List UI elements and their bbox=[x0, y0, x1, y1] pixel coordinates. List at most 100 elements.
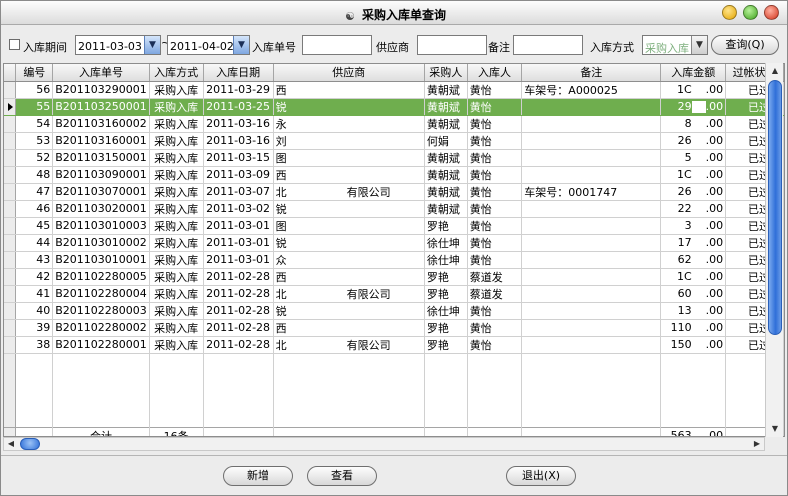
table-row[interactable]: 48 B201103090001 采购入库 2011-03-09 西 黄朝斌 黄怡 1C .00… bbox=[4, 166, 784, 184]
minimize-button[interactable] bbox=[722, 5, 737, 20]
cell-date[interactable]: 2011-03-02 bbox=[203, 200, 274, 218]
cell-order-no[interactable]: B201102280003 bbox=[52, 302, 150, 320]
cell-amount[interactable]: 22.00 bbox=[660, 200, 727, 218]
cell-method[interactable]: 采购入库 bbox=[149, 251, 204, 269]
cell-amount[interactable]: 13.00 bbox=[660, 302, 727, 320]
row-indicator[interactable] bbox=[4, 302, 17, 320]
cell-order-no[interactable]: B201103160002 bbox=[52, 115, 150, 133]
cell-amount[interactable]: 3.00 bbox=[660, 217, 727, 235]
cell-amount[interactable]: 1C .00 bbox=[660, 81, 727, 99]
cell-remark[interactable] bbox=[521, 166, 662, 184]
cell-order-no[interactable]: B201103290001 bbox=[52, 81, 150, 99]
column-header[interactable]: 备注 bbox=[521, 64, 662, 82]
cell-buyer[interactable]: 黄朝斌 bbox=[424, 98, 468, 116]
scroll-down-icon[interactable]: ▼ bbox=[768, 422, 782, 436]
cell-receiver[interactable]: 黄怡 bbox=[467, 302, 523, 320]
row-indicator[interactable] bbox=[4, 132, 17, 150]
cell-amount[interactable]: 110.00 bbox=[660, 319, 727, 337]
date-from-picker[interactable]: 2011-03-03 ▼ bbox=[75, 35, 161, 55]
cell-remark[interactable] bbox=[521, 132, 662, 150]
cell-amount[interactable]: 17.00 bbox=[660, 234, 727, 252]
cell-receiver[interactable]: 黄怡 bbox=[467, 149, 523, 167]
cell-buyer[interactable]: 徐仕坤 bbox=[424, 251, 468, 269]
row-indicator[interactable] bbox=[4, 166, 17, 184]
cell-date[interactable]: 2011-03-29 bbox=[203, 81, 274, 99]
cell-receiver[interactable]: 黄怡 bbox=[467, 183, 523, 201]
cell-receiver[interactable]: 蔡道发 bbox=[467, 268, 523, 286]
cell-method[interactable]: 采购入库 bbox=[149, 166, 204, 184]
triangle-down-icon[interactable]: ▼ bbox=[144, 36, 160, 54]
row-indicator[interactable] bbox=[4, 285, 17, 303]
cell-buyer[interactable]: 徐仕坤 bbox=[424, 302, 468, 320]
cell-remark[interactable] bbox=[521, 302, 662, 320]
row-indicator[interactable] bbox=[4, 234, 17, 252]
cell-order-no[interactable]: B201103090001 bbox=[52, 166, 150, 184]
cell-id[interactable]: 55 bbox=[15, 98, 54, 116]
cell-supplier[interactable]: 北 有限公司 bbox=[273, 183, 425, 201]
cell-supplier[interactable]: 锐 bbox=[273, 234, 425, 252]
cell-remark[interactable]: 车架号：0001747 bbox=[521, 183, 662, 201]
cell-date[interactable]: 2011-02-28 bbox=[203, 319, 274, 337]
cell-buyer[interactable]: 罗艳 bbox=[424, 336, 468, 354]
cell-buyer[interactable]: 黄朝斌 bbox=[424, 183, 468, 201]
scroll-left-icon[interactable]: ◀ bbox=[5, 438, 17, 450]
cell-id[interactable]: 52 bbox=[15, 149, 54, 167]
triangle-down-icon[interactable]: ▼ bbox=[233, 36, 249, 54]
table-row[interactable]: 44 B201103010002 采购入库 2011-03-01 锐徐仕坤 黄怡 17.00… bbox=[4, 234, 784, 252]
cell-supplier[interactable]: 北 有限公司 bbox=[273, 285, 425, 303]
cell-order-no[interactable]: B201103150001 bbox=[52, 149, 150, 167]
cell-receiver[interactable]: 黄怡 bbox=[467, 98, 523, 116]
cell-remark[interactable] bbox=[521, 285, 662, 303]
cell-receiver[interactable]: 黄怡 bbox=[467, 200, 523, 218]
cell-order-no[interactable]: B201103020001 bbox=[52, 200, 150, 218]
table-row[interactable]: 42 B201102280005 采购入库 2011-02-28 西 罗艳 蔡道发 1C .00… bbox=[4, 268, 784, 286]
cell-id[interactable]: 44 bbox=[15, 234, 54, 252]
table-row[interactable]: 46 B201103020001 采购入库 2011-03-02 锐黄朝斌 黄怡 22.00… bbox=[4, 200, 784, 218]
cell-order-no[interactable]: B201103250001 bbox=[52, 98, 150, 116]
column-header[interactable]: 入库方式 bbox=[149, 64, 204, 82]
cell-method[interactable]: 采购入库 bbox=[149, 268, 204, 286]
cell-amount[interactable]: 60.00 bbox=[660, 285, 727, 303]
cell-remark[interactable] bbox=[521, 98, 662, 116]
cell-amount[interactable]: 5.00 bbox=[660, 149, 727, 167]
cell-remark[interactable] bbox=[521, 319, 662, 337]
cell-amount[interactable]: 29.00 bbox=[660, 98, 727, 116]
cell-method[interactable]: 采购入库 bbox=[149, 336, 204, 354]
table-row[interactable]: 38 B201102280001 采购入库 2011-02-28 北 有限公司 罗艳 黄怡 15… bbox=[4, 336, 784, 354]
cell-buyer[interactable]: 何娟 bbox=[424, 132, 468, 150]
cell-receiver[interactable]: 黄怡 bbox=[467, 319, 523, 337]
cell-receiver[interactable]: 黄怡 bbox=[467, 81, 523, 99]
cell-method[interactable]: 采购入库 bbox=[149, 200, 204, 218]
row-indicator[interactable] bbox=[4, 336, 17, 354]
row-indicator[interactable] bbox=[4, 98, 17, 116]
cell-method[interactable]: 采购入库 bbox=[149, 234, 204, 252]
remark-input[interactable] bbox=[513, 35, 583, 55]
column-header[interactable]: 入库人 bbox=[467, 64, 523, 82]
cell-date[interactable]: 2011-02-28 bbox=[203, 336, 274, 354]
cell-id[interactable]: 53 bbox=[15, 132, 54, 150]
cell-buyer[interactable]: 黄朝斌 bbox=[424, 149, 468, 167]
cell-method[interactable]: 采购入库 bbox=[149, 115, 204, 133]
scroll-up-icon[interactable]: ▲ bbox=[768, 64, 782, 78]
cell-date[interactable]: 2011-03-25 bbox=[203, 98, 274, 116]
cell-method[interactable]: 采购入库 bbox=[149, 217, 204, 235]
scroll-right-icon[interactable]: ▶ bbox=[751, 438, 763, 450]
cell-id[interactable]: 39 bbox=[15, 319, 54, 337]
cell-order-no[interactable]: B201102280004 bbox=[52, 285, 150, 303]
cell-buyer[interactable]: 徐仕坤 bbox=[424, 234, 468, 252]
table-row[interactable]: 39 B201102280002 采购入库 2011-02-28 西罗艳 黄怡 110.00… bbox=[4, 319, 784, 337]
horizontal-scrollbar[interactable]: ◀ ▶ bbox=[3, 437, 765, 451]
vertical-scrollbar[interactable]: ▲ ▼ bbox=[765, 63, 783, 437]
cell-id[interactable]: 56 bbox=[15, 81, 54, 99]
cell-method[interactable]: 采购入库 bbox=[149, 132, 204, 150]
table-row[interactable]: 52B201103150001采购入库2011-03-15图黄朝斌黄怡5.00已… bbox=[4, 149, 784, 167]
cell-supplier[interactable]: 西 bbox=[273, 319, 425, 337]
row-indicator[interactable] bbox=[4, 115, 17, 133]
cell-date[interactable]: 2011-03-07 bbox=[203, 183, 274, 201]
cell-date[interactable]: 2011-03-01 bbox=[203, 217, 274, 235]
cell-date[interactable]: 2011-03-16 bbox=[203, 115, 274, 133]
title-bar[interactable]: ☯ 采购入库单查询 bbox=[1, 1, 787, 25]
cell-method[interactable]: 采购入库 bbox=[149, 149, 204, 167]
cell-receiver[interactable]: 黄怡 bbox=[467, 115, 523, 133]
cell-order-no[interactable]: B201103010001 bbox=[52, 251, 150, 269]
